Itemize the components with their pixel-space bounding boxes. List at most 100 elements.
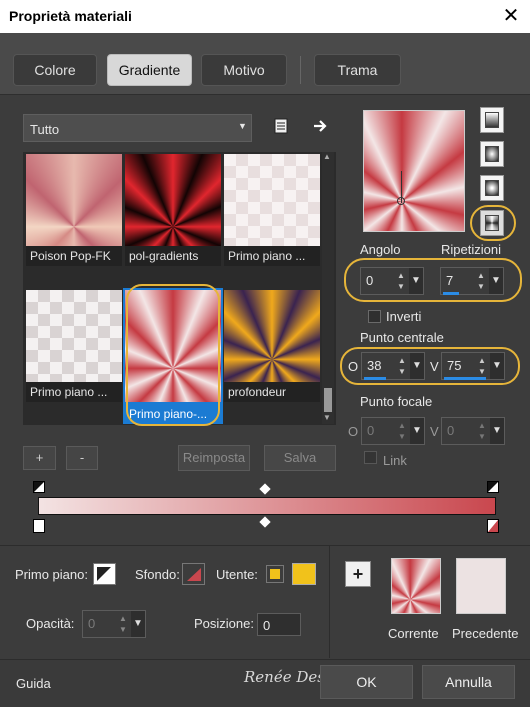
ok-button[interactable]: OK [320,665,413,699]
thumb-label: Primo piano ... [224,246,320,266]
gradient-thumb[interactable]: Poison Pop-FK [26,154,122,266]
focal-h-input[interactable]: 0 ▲ ▼ ▼ [361,417,425,445]
angle-input[interactable]: 0 ▲ ▼ ▼ [360,267,424,295]
tab-bar: Colore Gradiente Motivo Trama [0,33,530,95]
add-to-swatch-button[interactable]: + [345,561,371,587]
scroll-down-icon[interactable]: ▼ [323,413,331,422]
link-checkbox[interactable] [364,451,377,464]
thumb-label: Primo piano ... [26,382,122,402]
gradient-thumb[interactable]: pol-gradients [125,154,221,266]
tab-colore[interactable]: Colore [13,54,97,86]
arrow-right-icon [314,120,327,132]
chevron-down-icon[interactable]: ▼ [410,418,424,444]
user-label: Utente: [216,567,258,582]
export-button[interactable] [312,117,330,135]
background-stop-button[interactable] [182,563,205,585]
gradient-bar[interactable] [38,497,496,515]
gradient-thumb[interactable]: profondeur [224,290,320,402]
opacity-value: 0 [88,616,96,631]
background-label: Sfondo: [135,567,180,582]
gradient-thumb[interactable]: Primo piano ... [26,290,122,402]
focal-v-input[interactable]: 0 ▲ ▼ ▼ [441,417,505,445]
midpoint-marker[interactable] [259,483,271,495]
reset-button[interactable]: Reimposta [178,445,250,471]
center-v-input[interactable]: 75 ▲ ▼ ▼ [441,352,505,380]
chevron-down-icon[interactable]: ▼ [490,418,504,444]
book-icon [274,118,288,134]
spin-up-icon[interactable]: ▲ [477,271,485,280]
style-highlight [470,205,516,241]
tab-trama[interactable]: Trama [314,54,401,86]
divider [0,545,530,546]
value-indicator [364,377,386,380]
spin-down-icon[interactable]: ▼ [119,625,127,634]
cancel-button[interactable]: Annulla [422,665,515,699]
scroll-up-icon[interactable]: ▲ [323,152,331,161]
style-sunburst-button[interactable] [480,175,504,201]
previous-label: Precedente [452,626,519,641]
spin-down-icon[interactable]: ▼ [478,367,486,376]
current-swatch [391,558,441,614]
category-value: Tutto [30,122,60,137]
spin-up-icon[interactable]: ▲ [478,421,486,430]
add-gradient-button[interactable]: + [23,446,56,470]
top-stop-marker-left[interactable] [33,481,45,493]
spin-down-icon[interactable]: ▼ [398,432,406,441]
focal-v-label: V [430,424,439,439]
repeats-input[interactable]: 7 ▲ ▼ ▼ [440,267,504,295]
center-v-value: 75 [447,358,462,373]
help-link[interactable]: Guida [16,676,51,691]
chevron-down-icon[interactable]: ▼ [410,353,424,379]
spin-up-icon[interactable]: ▲ [478,356,486,365]
chevron-down-icon[interactable]: ▼ [131,611,145,637]
remove-gradient-button[interactable]: - [66,446,98,470]
spin-down-icon[interactable]: ▼ [478,432,486,441]
link-label: Link [383,453,407,468]
invert-label: Inverti [386,309,422,324]
user-color-swatch[interactable] [292,563,316,585]
spin-up-icon[interactable]: ▲ [397,271,405,280]
library-scrollbar[interactable]: ▲ ▼ [322,152,334,424]
previous-swatch[interactable] [456,558,506,614]
foreground-stop-button[interactable] [93,563,116,585]
tab-motivo[interactable]: Motivo [201,54,287,86]
scroll-thumb[interactable] [324,388,332,412]
position-input[interactable]: 0 [257,613,301,636]
gradient-thumb[interactable]: Primo piano ... [224,154,320,266]
foreground-swatch-icon [97,567,111,581]
spin-down-icon[interactable]: ▼ [398,367,406,376]
spin-down-icon[interactable]: ▼ [477,282,485,291]
style-rectangular-button[interactable] [480,141,504,167]
center-h-label: O [348,359,359,374]
chevron-down-icon[interactable]: ▼ [489,268,503,294]
tab-separator [300,56,301,84]
center-handle[interactable] [397,197,405,205]
chevron-down-icon[interactable]: ▼ [409,268,423,294]
opacity-label: Opacità: [26,616,75,631]
tab-gradiente[interactable]: Gradiente [107,54,192,86]
chevron-down-icon[interactable]: ▼ [490,353,504,379]
bottom-stop-marker-left[interactable] [33,519,45,533]
close-button[interactable]: ✕ [498,4,524,28]
thumb-label: profondeur [224,382,320,402]
center-v-label: V [430,359,439,374]
top-stop-marker-right[interactable] [487,481,499,493]
bottom-stop-marker-right[interactable] [487,519,499,533]
gradient-preview-main[interactable] [363,110,465,232]
style-linear-button[interactable] [480,107,504,133]
stop-icon [488,520,498,532]
opacity-input[interactable]: 0 ▲ ▼ ▼ [82,610,146,638]
midpoint-marker[interactable] [259,516,271,528]
user-stop-button[interactable] [266,565,284,583]
library-menu-button[interactable] [272,117,290,135]
center-h-value: 38 [367,358,382,373]
save-button[interactable]: Salva [264,445,336,471]
invert-checkbox[interactable] [368,310,381,323]
spin-up-icon[interactable]: ▲ [119,614,127,623]
spin-down-icon[interactable]: ▼ [397,282,405,291]
spin-up-icon[interactable]: ▲ [398,356,406,365]
category-dropdown[interactable]: Tutto ▼ [23,114,252,142]
spin-up-icon[interactable]: ▲ [398,421,406,430]
foreground-label: Primo piano: [15,567,88,582]
center-h-input[interactable]: 38 ▲ ▼ ▼ [361,352,425,380]
